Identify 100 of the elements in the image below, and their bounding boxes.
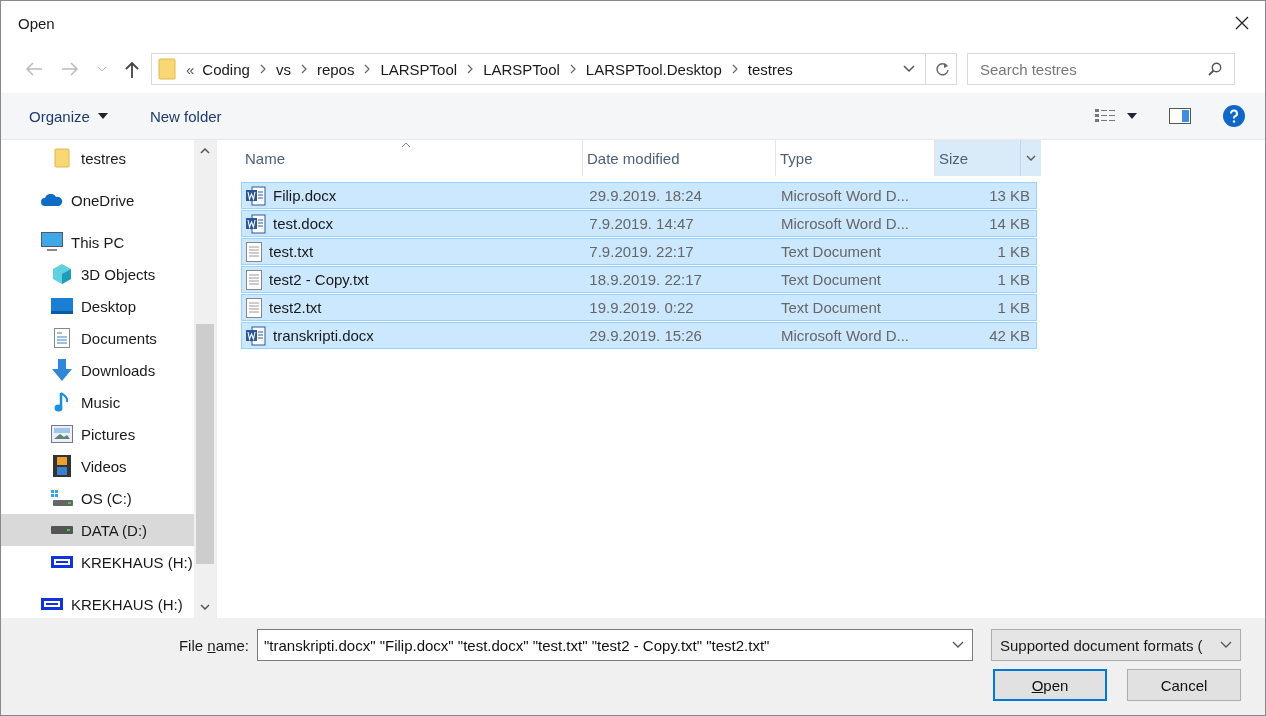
preview-pane-icon[interactable] [1169, 108, 1191, 124]
date-modified: 19.9.2019. 0:22 [589, 299, 694, 316]
file-type: Microsoft Word D... [780, 327, 909, 344]
text-file-icon [246, 241, 262, 262]
search-box[interactable]: Search testres [967, 53, 1235, 85]
open-button[interactable]: Open [993, 669, 1107, 701]
date-modified: 29.9.2019. 15:26 [589, 327, 702, 344]
file-name: test.txt [269, 243, 314, 260]
refresh-icon[interactable] [936, 62, 950, 76]
nav-item[interactable]: OS (C:) [1, 482, 194, 514]
nav-item[interactable]: Music [1, 386, 194, 418]
file-name-input[interactable]: "transkripti.docx" "Filip.docx" "test.docx" "test.txt" "test2 - Copy.txt" "test2.txt" [262, 635, 952, 655]
file-row[interactable]: transkripti.docx 29.9.2019. 15:26 Microsoft Word D... 42 KB [241, 322, 1037, 349]
scrollbar-thumb[interactable] [196, 324, 214, 564]
down-arrow-icon [51, 359, 73, 381]
word-document-icon [246, 213, 266, 234]
date-modified: 7.9.2019. 22:17 [589, 243, 694, 260]
nav-item[interactable]: Downloads [1, 354, 194, 386]
file-size: 1 KB [997, 243, 1030, 260]
scrollbar[interactable] [194, 140, 216, 618]
breadcrumb[interactable]: LARSPTool.Desktop [585, 60, 722, 78]
picture-icon [51, 425, 73, 443]
column-header[interactable]: Date modified [583, 140, 776, 176]
new-folder-button[interactable]: New folder [139, 103, 232, 129]
file-size: 1 KB [997, 299, 1030, 316]
window-title: Open [18, 14, 56, 32]
nav-item[interactable]: KREKHAUS (H:) [1, 546, 194, 578]
address-bar[interactable]: « Coding vs repos LARSPTool LARSPTool LARSPTool.Desktop testres [151, 53, 957, 85]
column-header[interactable]: Size [935, 140, 1041, 176]
file-size: 13 KB [989, 187, 1030, 204]
file-size: 14 KB [989, 215, 1030, 232]
scroll-down-icon[interactable] [200, 604, 210, 610]
caret-down-icon [97, 113, 108, 119]
overflow-chevrons[interactable]: « [186, 60, 195, 78]
nav-item[interactable]: 3D Objects [1, 258, 194, 290]
external-drive-icon [41, 598, 63, 610]
nav-item[interactable]: KREKHAUS (H:) [1, 588, 194, 620]
file-row[interactable]: test.txt 7.9.2019. 22:17 Text Document 1 KB [241, 238, 1037, 265]
file-row[interactable]: test.docx 7.9.2019. 14:47 Microsoft Word D... 14 KB [241, 210, 1037, 237]
search-input[interactable]: Search testres [978, 59, 1208, 79]
chevron-down-icon[interactable] [1026, 155, 1036, 161]
chevron-right-icon [467, 64, 474, 74]
file-name: Filip.docx [273, 187, 337, 204]
file-name: transkripti.docx [273, 327, 374, 344]
chevron-right-icon [731, 64, 738, 74]
nav-item[interactable]: Videos [1, 450, 194, 482]
nav-item[interactable]: Desktop [1, 290, 194, 322]
help-icon[interactable] [1223, 105, 1245, 127]
chevron-down-icon[interactable] [903, 65, 915, 73]
cube-icon [52, 263, 72, 285]
chevron-down-icon[interactable] [952, 641, 964, 649]
file-size: 42 KB [989, 327, 1030, 344]
nav-item[interactable]: OneDrive [1, 184, 194, 216]
nav-item[interactable]: DATA (D:) [1, 514, 194, 546]
scroll-up-icon[interactable] [200, 148, 210, 154]
file-name: test.docx [273, 215, 334, 232]
breadcrumb[interactable]: Coding [202, 60, 250, 78]
file-name: test2.txt [269, 299, 322, 316]
folder-icon [158, 58, 176, 80]
file-type: Text Document [780, 243, 881, 260]
file-name-combobox[interactable]: "transkripti.docx" "Filip.docx" "test.docx" "test.txt" "test2 - Copy.txt" "test2.txt" [257, 629, 973, 661]
file-name-label: File name: [178, 636, 249, 654]
column-header[interactable]: Name [241, 140, 583, 176]
breadcrumb[interactable]: testres [747, 60, 793, 78]
nav-item[interactable]: Documents [1, 322, 194, 354]
date-modified: 7.9.2019. 14:47 [589, 215, 694, 232]
breadcrumb[interactable]: vs [275, 60, 291, 78]
music-note-icon [54, 391, 70, 413]
file-type: Microsoft Word D... [780, 215, 909, 232]
word-document-icon [246, 185, 266, 206]
breadcrumb[interactable]: repos [316, 60, 355, 78]
file-size: 1 KB [997, 271, 1030, 288]
breadcrumb[interactable]: LARSPTool [483, 60, 560, 78]
close-icon[interactable] [1235, 16, 1249, 30]
chevron-right-icon [569, 64, 576, 74]
nav-item[interactable]: Pictures [1, 418, 194, 450]
nav-item[interactable]: This PC [1, 226, 194, 258]
document-icon [54, 328, 70, 348]
up-arrow-icon[interactable] [125, 60, 139, 78]
system-drive-icon [51, 490, 73, 506]
file-row[interactable]: test2.txt 19.9.2019. 0:22 Text Document 1 KB [241, 294, 1037, 321]
word-document-icon [246, 325, 266, 346]
folder-icon [54, 148, 70, 168]
view-options-icon[interactable] [1095, 108, 1117, 124]
file-row[interactable]: test2 - Copy.txt 18.9.2019. 22:17 Text Document 1 KB [241, 266, 1037, 293]
file-type-dropdown[interactable]: Supported document formats ( [991, 629, 1241, 661]
chevron-right-icon [300, 64, 307, 74]
file-type: Microsoft Word D... [780, 187, 909, 204]
cancel-button[interactable]: Cancel [1127, 669, 1241, 701]
file-row[interactable]: Filip.docx 29.9.2019. 18:24 Microsoft Word D... 13 KB [241, 182, 1037, 209]
nav-item[interactable]: testres [1, 142, 194, 174]
organize-menu-button[interactable]: Organize [19, 103, 118, 129]
external-drive-icon [51, 556, 73, 568]
text-file-icon [246, 269, 262, 290]
breadcrumb[interactable]: LARSPTool [380, 60, 458, 78]
sort-caret-icon [401, 142, 412, 148]
date-modified: 29.9.2019. 18:24 [589, 187, 702, 204]
chevron-down-icon [1220, 641, 1232, 649]
desktop-icon [51, 297, 73, 315]
caret-down-icon[interactable] [1127, 113, 1137, 119]
